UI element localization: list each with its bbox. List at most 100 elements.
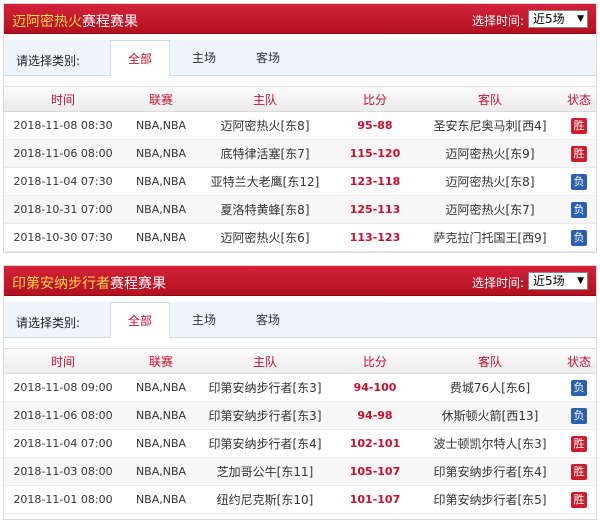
time-select-value: 近5场 bbox=[533, 12, 565, 26]
table-row: 2018-11-06 08:00 NBA,NBA 印第安纳步行者[东3] 94-… bbox=[4, 402, 596, 430]
panel-title: 印第安纳步行者赛程赛果 bbox=[12, 273, 166, 293]
match-score[interactable]: 101-107 bbox=[330, 486, 420, 514]
match-score[interactable]: 102-101 bbox=[330, 430, 420, 458]
away-team[interactable]: 萨克拉门托国王[西9] bbox=[420, 224, 560, 252]
away-team[interactable]: 迈阿密热火[东7] bbox=[420, 196, 560, 224]
match-time: 2018-11-04 07:30 bbox=[13, 175, 113, 188]
match-time: 2018-10-30 07:30 bbox=[13, 231, 113, 244]
away-team[interactable]: 休斯顿火箭[西13] bbox=[420, 402, 560, 430]
match-time: 2018-11-01 08:00 bbox=[13, 493, 113, 506]
match-time: 2018-10-31 07:00 bbox=[13, 203, 113, 216]
match-time: 2018-11-06 08:00 bbox=[13, 147, 113, 160]
match-score[interactable]: 95-88 bbox=[330, 112, 420, 140]
tab-away[interactable]: 客场 bbox=[238, 302, 298, 338]
time-select[interactable]: 近5场 ▼ bbox=[528, 10, 588, 28]
match-league: NBA,NBA bbox=[135, 493, 187, 506]
column-header-home: 主队 bbox=[252, 355, 277, 369]
table-row: 2018-10-31 07:00 NBA,NBA 夏洛特黄蜂[东8] 125-1… bbox=[4, 196, 596, 224]
table-header: 时间 联赛 主队 比分 客队 状态 bbox=[4, 348, 596, 374]
panel-title: 迈阿密热火赛程赛果 bbox=[12, 11, 138, 31]
result-badge: 负 bbox=[571, 174, 587, 190]
result-badge: 胜 bbox=[571, 492, 587, 508]
result-badge: 胜 bbox=[571, 464, 587, 480]
away-team[interactable]: 圣安东尼奥马刺[西4] bbox=[420, 112, 560, 140]
tab-home[interactable]: 主场 bbox=[174, 302, 234, 338]
match-league: NBA,NBA bbox=[135, 231, 187, 244]
table-body: 2018-11-08 09:00 NBA,NBA 印第安纳步行者[东3] 94-… bbox=[4, 374, 596, 514]
panel-title-suffix: 赛程赛果 bbox=[82, 14, 138, 30]
result-badge: 胜 bbox=[571, 436, 587, 452]
away-team[interactable]: 波士顿凯尔特人[东3] bbox=[420, 430, 560, 458]
match-score[interactable]: 94-98 bbox=[330, 402, 420, 430]
match-time: 2018-11-08 09:00 bbox=[13, 381, 113, 394]
table-header: 时间 联赛 主队 比分 客队 状态 bbox=[4, 86, 596, 112]
tab-home[interactable]: 主场 bbox=[174, 40, 234, 76]
match-league: NBA,NBA bbox=[135, 147, 187, 160]
column-header-league: 联赛 bbox=[148, 355, 173, 369]
time-select-label: 选择时间: bbox=[471, 276, 524, 290]
time-select-label: 选择时间: bbox=[471, 14, 524, 28]
away-team[interactable]: 迈阿密热火[东8] bbox=[420, 168, 560, 196]
result-badge: 负 bbox=[571, 408, 587, 424]
match-league: NBA,NBA bbox=[135, 465, 187, 478]
filter-bar: 请选择类别: 全部 主场 客场 bbox=[4, 40, 596, 76]
filter-label: 请选择类别: bbox=[16, 54, 81, 68]
column-header-time: 时间 bbox=[50, 355, 75, 369]
column-header-away: 客队 bbox=[477, 355, 502, 369]
column-header-league: 联赛 bbox=[148, 93, 173, 107]
away-team[interactable]: 印第安纳步行者[东4] bbox=[420, 458, 560, 486]
home-team[interactable]: 迈阿密热火[东8] bbox=[200, 112, 330, 140]
tab-all[interactable]: 全部 bbox=[110, 40, 170, 76]
table-body: 2018-11-08 08:30 NBA,NBA 迈阿密热火[东8] 95-88… bbox=[4, 112, 596, 252]
table-row: 2018-10-30 07:30 NBA,NBA 迈阿密热火[东6] 113-1… bbox=[4, 224, 596, 252]
tab-all[interactable]: 全部 bbox=[110, 302, 170, 338]
panel-header: 印第安纳步行者赛程赛果 选择时间: 近5场 ▼ bbox=[4, 266, 596, 296]
schedule-panel-indiana: 印第安纳步行者赛程赛果 选择时间: 近5场 ▼ 请选择类别: 全部 主场 客场 时… bbox=[3, 265, 597, 520]
home-team[interactable]: 芝加哥公牛[东11] bbox=[200, 458, 330, 486]
table-row: 2018-11-06 08:00 NBA,NBA 底特律活塞[东7] 115-1… bbox=[4, 140, 596, 168]
tab-away[interactable]: 客场 bbox=[238, 40, 298, 76]
table-row: 2018-11-01 08:00 NBA,NBA 纽约尼克斯[东10] 101-… bbox=[4, 486, 596, 514]
match-time: 2018-11-06 08:00 bbox=[13, 409, 113, 422]
home-team[interactable]: 印第安纳步行者[东3] bbox=[200, 402, 330, 430]
match-score[interactable]: 123-118 bbox=[330, 168, 420, 196]
chevron-down-icon: ▼ bbox=[577, 14, 584, 24]
table-row: 2018-11-08 09:00 NBA,NBA 印第安纳步行者[东3] 94-… bbox=[4, 374, 596, 402]
match-score[interactable]: 115-120 bbox=[330, 140, 420, 168]
chevron-down-icon: ▼ bbox=[577, 276, 584, 286]
time-select[interactable]: 近5场 ▼ bbox=[528, 272, 588, 290]
column-header-score: 比分 bbox=[362, 93, 387, 107]
table-row: 2018-11-04 07:00 NBA,NBA 印第安纳步行者[东4] 102… bbox=[4, 430, 596, 458]
schedule-panel-miami: 迈阿密热火赛程赛果 选择时间: 近5场 ▼ 请选择类别: 全部 主场 客场 时间 … bbox=[3, 3, 597, 253]
match-league: NBA,NBA bbox=[135, 409, 187, 422]
away-team[interactable]: 印第安纳步行者[东5] bbox=[420, 486, 560, 514]
panel-team-name: 印第安纳步行者 bbox=[12, 276, 110, 292]
table-row: 2018-11-08 08:30 NBA,NBA 迈阿密热火[东8] 95-88… bbox=[4, 112, 596, 140]
match-score[interactable]: 113-123 bbox=[330, 224, 420, 252]
match-score[interactable]: 105-107 bbox=[330, 458, 420, 486]
column-header-time: 时间 bbox=[50, 93, 75, 107]
table-row: 2018-11-04 07:30 NBA,NBA 亚特兰大老鹰[东12] 123… bbox=[4, 168, 596, 196]
result-badge: 负 bbox=[571, 380, 587, 396]
home-team[interactable]: 印第安纳步行者[东3] bbox=[200, 374, 330, 402]
home-team[interactable]: 夏洛特黄蜂[东8] bbox=[200, 196, 330, 224]
match-score[interactable]: 94-100 bbox=[330, 374, 420, 402]
match-league: NBA,NBA bbox=[135, 437, 187, 450]
home-team[interactable]: 迈阿密热火[东6] bbox=[200, 224, 330, 252]
panel-title-suffix: 赛程赛果 bbox=[110, 276, 166, 292]
match-league: NBA,NBA bbox=[135, 203, 187, 216]
home-team[interactable]: 底特律活塞[东7] bbox=[200, 140, 330, 168]
panel-team-name: 迈阿密热火 bbox=[12, 14, 82, 30]
match-league: NBA,NBA bbox=[135, 119, 187, 132]
home-team[interactable]: 纽约尼克斯[东10] bbox=[200, 486, 330, 514]
home-team[interactable]: 亚特兰大老鹰[东12] bbox=[200, 168, 330, 196]
result-badge: 负 bbox=[571, 230, 587, 246]
result-badge: 负 bbox=[571, 202, 587, 218]
away-team[interactable]: 费城76人[东6] bbox=[420, 374, 560, 402]
home-team[interactable]: 印第安纳步行者[东4] bbox=[200, 430, 330, 458]
match-time: 2018-11-03 08:00 bbox=[13, 465, 113, 478]
match-time: 2018-11-08 08:30 bbox=[13, 119, 113, 132]
filter-label: 请选择类别: bbox=[16, 316, 81, 330]
match-score[interactable]: 125-113 bbox=[330, 196, 420, 224]
away-team[interactable]: 迈阿密热火[东9] bbox=[420, 140, 560, 168]
